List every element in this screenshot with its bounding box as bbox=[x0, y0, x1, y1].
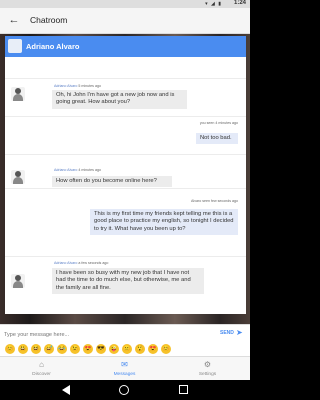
nav-recent-apps-icon[interactable] bbox=[179, 385, 188, 394]
message-meta: Adriano Alvaro 5 minutes ago bbox=[54, 84, 101, 88]
arrow-left-icon[interactable]: ← bbox=[7, 13, 21, 27]
system-nav-bar bbox=[0, 380, 250, 400]
avatar bbox=[8, 39, 22, 53]
tab-messages[interactable]: ✉ Messages bbox=[83, 357, 166, 381]
list-item: Adriano Alvaro 4 minutes ago How often d… bbox=[5, 154, 246, 188]
emoji-icon[interactable]: 😂 bbox=[57, 344, 67, 354]
emoji-icon[interactable]: 😃 bbox=[18, 344, 28, 354]
list-item: Adriano Alvaro a few seconds ago I have … bbox=[5, 256, 246, 314]
emoji-icon[interactable]: 😍 bbox=[83, 344, 93, 354]
message-bubble: How often do you become online here? bbox=[52, 176, 172, 188]
message-sender: Adriano Alvaro bbox=[54, 84, 78, 88]
message-meta: Adriano Alvaro a few seconds ago bbox=[54, 261, 108, 265]
app-bar: ← Chatroom bbox=[0, 8, 250, 34]
emoji-icon[interactable]: 😆 bbox=[31, 344, 41, 354]
bottom-tab-bar: ⌂ Discover ✉ Messages ⚙ Settings bbox=[0, 356, 250, 380]
message-time: 4 minutes ago bbox=[215, 121, 238, 125]
emoji-icon[interactable]: 😜 bbox=[109, 344, 119, 354]
page-title: Chatroom bbox=[30, 15, 68, 25]
avatar bbox=[11, 274, 25, 288]
profile-name: Adriano Alvaro bbox=[26, 42, 80, 51]
chat-panel[interactable]: Adriano Alvaro Adriano Alvaro 5 minutes … bbox=[5, 36, 246, 314]
message-time: 4 minutes ago bbox=[78, 168, 101, 172]
emoji-bar: 😊 😃 😆 😅 😂 😉 😍 😎 😜 😐 😲 😍 😊 bbox=[0, 342, 250, 356]
status-icons: ▾ ◢ ▮ bbox=[205, 1, 222, 7]
message-sender: you bbox=[199, 121, 206, 125]
message-composer: SEND ➤ bbox=[0, 324, 250, 342]
message-meta: you seen 4 minutes ago bbox=[200, 121, 238, 125]
emoji-icon[interactable]: 😎 bbox=[96, 344, 106, 354]
emoji-icon[interactable]: 😊 bbox=[161, 344, 171, 354]
avatar bbox=[11, 87, 25, 101]
send-button[interactable]: SEND bbox=[220, 330, 234, 336]
send-arrow-icon[interactable]: ➤ bbox=[236, 328, 243, 337]
emoji-icon[interactable]: 😐 bbox=[122, 344, 132, 354]
message-bubble: Oh, hi John I'm have got a new job now a… bbox=[52, 90, 187, 109]
nav-back-icon[interactable] bbox=[62, 385, 70, 395]
emoji-icon[interactable]: 😲 bbox=[135, 344, 145, 354]
message-bubble: Not too bad. bbox=[196, 133, 238, 145]
emoji-icon[interactable]: 😅 bbox=[44, 344, 54, 354]
emoji-icon[interactable]: 😊 bbox=[5, 344, 15, 354]
message-meta: Adriano Alvaro 4 minutes ago bbox=[54, 168, 101, 172]
message-sender: Adriano Alvaro bbox=[54, 168, 78, 172]
message-time: a few seconds ago bbox=[78, 261, 109, 265]
emoji-icon[interactable]: 😍 bbox=[148, 344, 158, 354]
avatar bbox=[11, 170, 25, 184]
home-icon: ⌂ bbox=[39, 360, 44, 369]
seen-icon: seen bbox=[206, 121, 215, 125]
list-item: Adriano Alvaro 5 minutes ago Oh, hi John… bbox=[5, 78, 246, 116]
message-time: 5 minutes ago bbox=[78, 84, 101, 88]
message-bubble: This is my first time my friends kept te… bbox=[90, 209, 238, 236]
nav-home-icon[interactable] bbox=[119, 385, 129, 395]
message-time: few seconds ago bbox=[211, 199, 238, 203]
emoji-icon[interactable]: 😉 bbox=[70, 344, 80, 354]
list-item: Alvaro seen few seconds ago This is my f… bbox=[5, 188, 246, 254]
profile-bar[interactable]: Adriano Alvaro bbox=[5, 36, 246, 57]
message-input[interactable] bbox=[4, 329, 204, 340]
list-item: you seen 4 minutes ago Not too bad. bbox=[5, 116, 246, 154]
message-sender: Adriano Alvaro bbox=[54, 261, 78, 265]
status-time: 1:24 bbox=[233, 0, 246, 6]
chat-background: Adriano Alvaro Adriano Alvaro 5 minutes … bbox=[0, 34, 250, 324]
tab-label: Messages bbox=[113, 372, 136, 377]
tab-settings[interactable]: ⚙ Settings bbox=[166, 357, 249, 381]
message-sender: Alvaro bbox=[191, 199, 202, 203]
mail-icon: ✉ bbox=[121, 360, 128, 369]
tab-label: Settings bbox=[198, 372, 217, 377]
status-bar: ▾ ◢ ▮ 1:24 bbox=[0, 0, 250, 8]
gear-icon: ⚙ bbox=[203, 360, 212, 369]
tab-label: Discover bbox=[32, 372, 51, 377]
message-bubble: I have been so busy with my new job that… bbox=[52, 268, 204, 295]
message-meta: Alvaro seen few seconds ago bbox=[191, 199, 238, 203]
seen-icon: seen bbox=[202, 199, 211, 203]
tab-discover[interactable]: ⌂ Discover bbox=[0, 357, 83, 381]
